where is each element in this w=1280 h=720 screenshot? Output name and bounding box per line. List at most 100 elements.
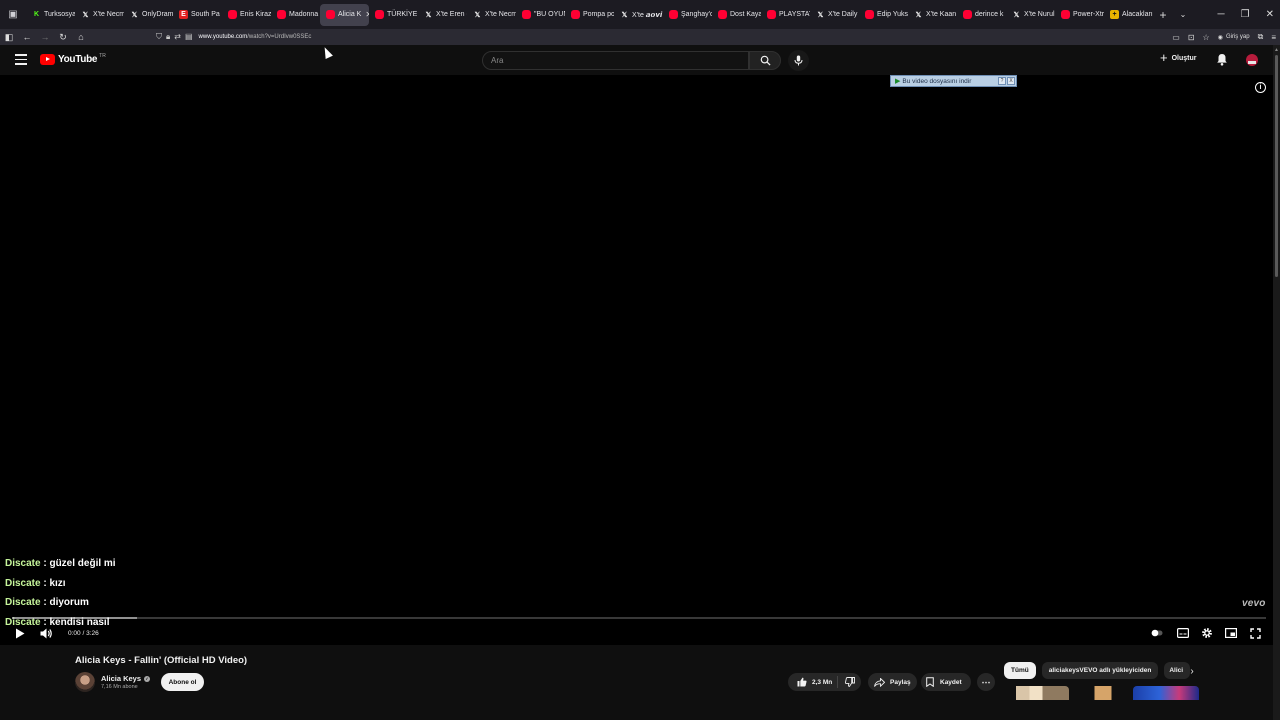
restore-icon[interactable]: ❐ <box>1241 9 1250 20</box>
related-thumbnail[interactable] <box>1133 686 1199 700</box>
miniplayer-button[interactable] <box>1224 626 1238 640</box>
related-thumbnail[interactable] <box>1003 686 1069 700</box>
tab-favicon-icon <box>277 10 286 19</box>
scrollbar-thumb[interactable] <box>1275 55 1278 277</box>
browser-tab[interactable]: derince k <box>957 4 1006 26</box>
user-avatar[interactable] <box>1246 54 1258 66</box>
chips-next-chevron-icon[interactable]: › <box>1186 665 1198 677</box>
reload-icon[interactable]: ↻ <box>54 29 72 45</box>
tab-overview-icon[interactable]: ▣ <box>0 0 26 29</box>
browser-tab[interactable]: 𝕏 X'te Daily <box>810 4 859 26</box>
bookmark-star-icon[interactable]: ☆ <box>1203 33 1210 42</box>
sidebar-toggle-icon[interactable]: ◧ <box>0 29 18 45</box>
share-button[interactable]: Paylaş <box>868 673 917 691</box>
info-icon[interactable]: i <box>1255 82 1266 93</box>
page-icon[interactable]: ▤ <box>185 32 193 42</box>
filter-chip[interactable]: aliciakeysVEVO adlı yükleyiciden <box>1041 662 1159 679</box>
browser-tab[interactable]: 𝕏 OnlyDram <box>124 4 173 26</box>
app-menu-icon[interactable]: ≡ <box>1271 33 1276 42</box>
close-window-icon[interactable]: ✕ <box>1266 9 1274 20</box>
browser-tab[interactable]: 𝕏 X'te Kaan <box>908 4 957 26</box>
browser-tab[interactable]: TÜRKİYE N <box>369 4 418 26</box>
download-banner-label: Bu video dosyasını indir <box>902 77 972 85</box>
browser-tab[interactable]: PLAYSTATI <box>761 4 810 26</box>
browser-tab[interactable]: Power-Xtr <box>1055 4 1104 26</box>
url-text[interactable]: www.youtube.com/watch?v=UrdIvw0SSEc <box>199 34 312 40</box>
account-icon: ◉ <box>1217 34 1223 41</box>
new-tab-button[interactable]: + <box>1153 8 1173 22</box>
home-icon[interactable]: ⌂ <box>72 29 90 45</box>
page-scrollbar[interactable]: ▲ <box>1273 45 1280 720</box>
tab-favicon-icon: 𝕏 <box>474 11 481 19</box>
notifications-bell-icon[interactable] <box>1216 53 1230 67</box>
search-box[interactable] <box>482 51 749 70</box>
subscribe-button[interactable]: Abone ol <box>161 673 204 691</box>
settings-button[interactable] <box>1200 626 1214 640</box>
download-video-banner[interactable]: ▶ Bu video dosyasını indir ? X <box>890 75 1017 87</box>
chat-text: kızı <box>49 577 66 589</box>
more-actions-button[interactable]: ⋯ <box>977 673 995 691</box>
browser-tab[interactable]: "BU OYUN <box>516 4 565 26</box>
account-button[interactable]: ◉ Giriş yap <box>1218 34 1250 41</box>
guide-menu-icon[interactable] <box>15 54 27 65</box>
tab-favicon-icon <box>669 10 678 19</box>
video-player[interactable]: ▶ Bu video dosyasını indir ? X i Discate… <box>0 75 1273 645</box>
browser-tab[interactable]: Madonna <box>271 4 320 26</box>
browser-tab[interactable]: 𝕏 X'te 𝙖𝙤𝙫𝙞 <box>614 4 663 26</box>
progress-buffered <box>12 617 138 619</box>
search-input[interactable] <box>491 56 748 65</box>
browser-tab[interactable]: E South Pa <box>173 4 222 26</box>
voice-search-button[interactable] <box>788 50 809 71</box>
like-button[interactable]: 2,3 Mn <box>788 676 838 688</box>
browser-tab[interactable]: Dost Kaya <box>712 4 761 26</box>
related-thumbnail[interactable] <box>1080 686 1122 700</box>
mute-button[interactable] <box>39 626 53 640</box>
save-button[interactable]: Kaydet <box>921 673 971 691</box>
browser-tab[interactable]: Alicia K ✕ <box>320 3 369 26</box>
browser-tab[interactable]: K Turksosyal <box>26 4 75 26</box>
minimize-icon[interactable]: ─ <box>1218 9 1225 20</box>
play-button[interactable] <box>13 626 27 640</box>
list-tabs-chevron-icon[interactable]: ⌄ <box>1173 10 1193 19</box>
back-icon[interactable]: ← <box>18 29 36 45</box>
youtube-logo[interactable]: YouTube TR <box>40 53 106 65</box>
forward-icon[interactable]: → <box>36 29 54 45</box>
tab-favicon-icon: K <box>33 11 40 18</box>
browser-tab[interactable]: Pompa po <box>565 4 614 26</box>
download-help-button[interactable]: ? <box>998 77 1006 85</box>
volume-icon <box>40 628 52 638</box>
extensions-icon[interactable]: ⧉ <box>1258 32 1264 42</box>
fullscreen-button[interactable] <box>1248 626 1262 640</box>
progress-bar[interactable] <box>12 617 1266 619</box>
permissions-icon[interactable]: ⇄ <box>174 32 181 42</box>
dislike-button[interactable] <box>838 677 861 687</box>
address-bar[interactable]: ⛉ 🔒︎ ⇄ ▤ www.youtube.com/watch?v=UrdIvw0… <box>156 30 1146 44</box>
browser-tab[interactable]: Edip Yuks <box>859 4 908 26</box>
filter-chip[interactable]: Tümü <box>1004 662 1036 679</box>
autoplay-toggle[interactable] <box>1150 626 1164 640</box>
download-close-button[interactable]: X <box>1007 77 1015 85</box>
channel-avatar[interactable] <box>75 672 95 692</box>
vevo-watermark: vevo <box>1242 598 1266 609</box>
reader-view-icon[interactable]: ▭ <box>1172 33 1180 42</box>
browser-tab[interactable]: Şanghay'd <box>663 4 712 26</box>
search-button[interactable] <box>749 51 781 70</box>
download-play-icon: ▶ <box>895 78 901 85</box>
browser-tab[interactable]: 𝕏 X'te Necm <box>75 4 124 26</box>
tab-favicon-icon <box>522 10 531 19</box>
browser-tab[interactable]: + Alacakları <box>1104 4 1153 26</box>
screenshot-icon[interactable]: ⊡ <box>1188 33 1195 42</box>
create-button[interactable]: + Oluştur <box>1160 51 1196 64</box>
browser-tab[interactable]: 𝕏 X'te Eren ( <box>418 4 467 26</box>
scroll-up-arrow-icon[interactable]: ▲ <box>1274 47 1279 53</box>
tab-label: Pompa po <box>583 11 614 18</box>
lock-icon[interactable]: 🔒︎ <box>166 32 170 42</box>
microphone-icon <box>794 55 803 66</box>
browser-tab[interactable]: 𝕏 X'te Nurul <box>1006 4 1055 26</box>
browser-tab[interactable]: Enis Kiraz <box>222 4 271 26</box>
subtitles-button[interactable] <box>1176 626 1190 640</box>
tab-favicon-icon <box>228 10 237 19</box>
shield-icon[interactable]: ⛉ <box>156 32 162 42</box>
browser-tab[interactable]: 𝕏 X'te Necm <box>467 4 516 26</box>
channel-name[interactable]: Alicia Keys ✓ <box>101 674 151 683</box>
